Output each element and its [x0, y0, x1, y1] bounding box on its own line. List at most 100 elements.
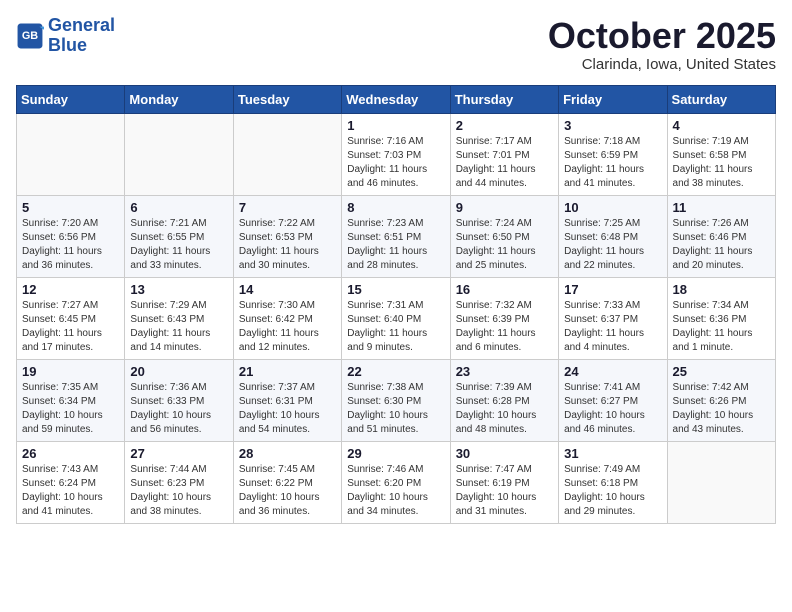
day-info: Sunrise: 7:34 AM Sunset: 6:36 PM Dayligh…	[673, 299, 770, 355]
day-number: 27	[130, 446, 227, 461]
day-info: Sunrise: 7:29 AM Sunset: 6:43 PM Dayligh…	[130, 299, 227, 355]
calendar-cell: 2 Sunrise: 7:17 AM Sunset: 7:01 PM Daylig…	[450, 113, 558, 195]
svg-text:GB: GB	[22, 30, 38, 42]
day-number: 25	[673, 364, 770, 379]
calendar-week-row: 1 Sunrise: 7:16 AM Sunset: 7:03 PM Daylig…	[17, 113, 776, 195]
day-number: 3	[564, 118, 661, 133]
calendar-cell: 8 Sunrise: 7:23 AM Sunset: 6:51 PM Daylig…	[342, 195, 450, 277]
calendar-cell: 9 Sunrise: 7:24 AM Sunset: 6:50 PM Daylig…	[450, 195, 558, 277]
weekday-header-monday: Monday	[125, 85, 233, 113]
calendar-cell: 17Sunrise: 7:33 AM Sunset: 6:37 PM Dayli…	[559, 277, 667, 359]
calendar-cell	[17, 113, 125, 195]
calendar-cell: 16 Sunrise: 7:32 AM Sunset: 6:39 PM Dayli…	[450, 277, 558, 359]
day-info: Sunrise: 7:27 AM Sunset: 6:45 PM Dayligh…	[22, 299, 119, 355]
day-info: Sunrise: 7:44 AM Sunset: 6:23 PM Dayligh…	[130, 463, 227, 519]
weekday-header-thursday: Thursday	[450, 85, 558, 113]
day-info: Sunrise: 7:25 AM Sunset: 6:48 PM Dayligh…	[564, 217, 661, 273]
day-number: 31	[564, 446, 661, 461]
calendar-cell: 12Sunrise: 7:27 AM Sunset: 6:45 PM Dayli…	[17, 277, 125, 359]
day-number: 30	[456, 446, 553, 461]
calendar-cell: 29 Sunrise: 7:46 AM Sunset: 6:20 PM Dayli…	[342, 441, 450, 523]
logo-icon: GB	[16, 22, 44, 50]
day-number: 14	[239, 282, 336, 297]
calendar-cell: 18Sunrise: 7:34 AM Sunset: 6:36 PM Dayli…	[667, 277, 775, 359]
calendar-cell: 23Sunrise: 7:39 AM Sunset: 6:28 PM Dayli…	[450, 359, 558, 441]
day-number: 22	[347, 364, 444, 379]
calendar-cell: 24Sunrise: 7:41 AM Sunset: 6:27 PM Dayli…	[559, 359, 667, 441]
weekday-header-row: SundayMondayTuesdayWednesdayThursdayFrid…	[17, 85, 776, 113]
logo-line2: Blue	[48, 35, 87, 55]
day-number: 5	[22, 200, 119, 215]
calendar-cell	[667, 441, 775, 523]
day-info: Sunrise: 7:22 AM Sunset: 6:53 PM Dayligh…	[239, 217, 336, 273]
calendar-cell: 28 Sunrise: 7:45 AM Sunset: 6:22 PM Dayli…	[233, 441, 341, 523]
calendar-cell: 25 Sunrise: 7:42 AM Sunset: 6:26 PM Dayli…	[667, 359, 775, 441]
location-subtitle: Clarinda, Iowa, United States	[548, 56, 776, 73]
calendar-cell: 13 Sunrise: 7:29 AM Sunset: 6:43 PM Dayli…	[125, 277, 233, 359]
day-info: Sunrise: 7:30 AM Sunset: 6:42 PM Dayligh…	[239, 299, 336, 355]
day-number: 10	[564, 200, 661, 215]
day-number: 16	[456, 282, 553, 297]
day-number: 28	[239, 446, 336, 461]
day-info: Sunrise: 7:19 AM Sunset: 6:58 PM Dayligh…	[673, 135, 770, 191]
calendar-cell: 6Sunrise: 7:21 AM Sunset: 6:55 PM Daylig…	[125, 195, 233, 277]
calendar-week-row: 12Sunrise: 7:27 AM Sunset: 6:45 PM Dayli…	[17, 277, 776, 359]
day-number: 7	[239, 200, 336, 215]
day-number: 17	[564, 282, 661, 297]
day-number: 21	[239, 364, 336, 379]
calendar-cell: 30Sunrise: 7:47 AM Sunset: 6:19 PM Dayli…	[450, 441, 558, 523]
day-info: Sunrise: 7:46 AM Sunset: 6:20 PM Dayligh…	[347, 463, 444, 519]
day-number: 8	[347, 200, 444, 215]
calendar-week-row: 5 Sunrise: 7:20 AM Sunset: 6:56 PM Daylig…	[17, 195, 776, 277]
day-number: 13	[130, 282, 227, 297]
weekday-header-friday: Friday	[559, 85, 667, 113]
page-header: GB General Blue October 2025 Clarinda, I…	[16, 16, 776, 73]
day-number: 24	[564, 364, 661, 379]
day-info: Sunrise: 7:20 AM Sunset: 6:56 PM Dayligh…	[22, 217, 119, 273]
weekday-header-saturday: Saturday	[667, 85, 775, 113]
month-title: October 2025	[548, 16, 776, 56]
day-number: 4	[673, 118, 770, 133]
calendar-table: SundayMondayTuesdayWednesdayThursdayFrid…	[16, 85, 776, 524]
calendar-cell: 4 Sunrise: 7:19 AM Sunset: 6:58 PM Daylig…	[667, 113, 775, 195]
day-info: Sunrise: 7:23 AM Sunset: 6:51 PM Dayligh…	[347, 217, 444, 273]
calendar-cell: 20Sunrise: 7:36 AM Sunset: 6:33 PM Dayli…	[125, 359, 233, 441]
calendar-cell: 10 Sunrise: 7:25 AM Sunset: 6:48 PM Dayli…	[559, 195, 667, 277]
day-info: Sunrise: 7:39 AM Sunset: 6:28 PM Dayligh…	[456, 381, 553, 437]
day-info: Sunrise: 7:24 AM Sunset: 6:50 PM Dayligh…	[456, 217, 553, 273]
day-number: 9	[456, 200, 553, 215]
logo: GB General Blue	[16, 16, 115, 56]
day-info: Sunrise: 7:17 AM Sunset: 7:01 PM Dayligh…	[456, 135, 553, 191]
logo-line1: General	[48, 15, 115, 35]
day-number: 19	[22, 364, 119, 379]
calendar-cell: 31Sunrise: 7:49 AM Sunset: 6:18 PM Dayli…	[559, 441, 667, 523]
weekday-header-wednesday: Wednesday	[342, 85, 450, 113]
day-info: Sunrise: 7:31 AM Sunset: 6:40 PM Dayligh…	[347, 299, 444, 355]
day-info: Sunrise: 7:38 AM Sunset: 6:30 PM Dayligh…	[347, 381, 444, 437]
calendar-cell: 3Sunrise: 7:18 AM Sunset: 6:59 PM Daylig…	[559, 113, 667, 195]
calendar-cell: 27 Sunrise: 7:44 AM Sunset: 6:23 PM Dayli…	[125, 441, 233, 523]
logo-text: General Blue	[48, 16, 115, 56]
day-info: Sunrise: 7:36 AM Sunset: 6:33 PM Dayligh…	[130, 381, 227, 437]
calendar-cell: 1 Sunrise: 7:16 AM Sunset: 7:03 PM Daylig…	[342, 113, 450, 195]
day-number: 1	[347, 118, 444, 133]
day-info: Sunrise: 7:42 AM Sunset: 6:26 PM Dayligh…	[673, 381, 770, 437]
calendar-cell	[125, 113, 233, 195]
day-info: Sunrise: 7:16 AM Sunset: 7:03 PM Dayligh…	[347, 135, 444, 191]
day-info: Sunrise: 7:45 AM Sunset: 6:22 PM Dayligh…	[239, 463, 336, 519]
day-number: 2	[456, 118, 553, 133]
day-number: 6	[130, 200, 227, 215]
calendar-cell: 11Sunrise: 7:26 AM Sunset: 6:46 PM Dayli…	[667, 195, 775, 277]
calendar-cell: 19Sunrise: 7:35 AM Sunset: 6:34 PM Dayli…	[17, 359, 125, 441]
title-area: October 2025 Clarinda, Iowa, United Stat…	[548, 16, 776, 73]
calendar-cell: 14 Sunrise: 7:30 AM Sunset: 6:42 PM Dayli…	[233, 277, 341, 359]
calendar-cell: 22 Sunrise: 7:38 AM Sunset: 6:30 PM Dayli…	[342, 359, 450, 441]
calendar-cell: 21 Sunrise: 7:37 AM Sunset: 6:31 PM Dayli…	[233, 359, 341, 441]
day-number: 11	[673, 200, 770, 215]
day-number: 26	[22, 446, 119, 461]
calendar-cell: 5 Sunrise: 7:20 AM Sunset: 6:56 PM Daylig…	[17, 195, 125, 277]
day-number: 29	[347, 446, 444, 461]
day-info: Sunrise: 7:32 AM Sunset: 6:39 PM Dayligh…	[456, 299, 553, 355]
weekday-header-sunday: Sunday	[17, 85, 125, 113]
day-info: Sunrise: 7:37 AM Sunset: 6:31 PM Dayligh…	[239, 381, 336, 437]
